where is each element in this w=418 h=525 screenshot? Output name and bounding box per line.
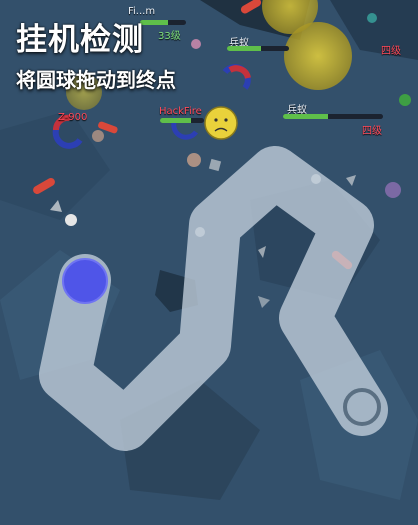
player-health-bar [227, 46, 289, 51]
player-health-bar [140, 20, 186, 25]
player-health-bar [160, 118, 204, 123]
player-name-tag: HackFire [159, 106, 202, 117]
clover-item-icon [399, 94, 411, 106]
player-level-tag: 四级 [362, 126, 382, 137]
player-health-bar [283, 114, 383, 119]
player-name-tag: Z-900 [58, 112, 88, 123]
anti-afk-instruction: 将圆球拖动到终点 [16, 68, 176, 92]
game-stage: 兵蚁 四级 兵蚁 四级 HackFire Z-900 Fi...m 33级 挂机… [0, 0, 418, 525]
draggable-ball[interactable] [62, 258, 108, 304]
white-dot [65, 214, 77, 226]
sad-face-mob-icon [204, 106, 238, 140]
flower-item-icon [187, 153, 201, 167]
player-level-tag: 四级 [381, 46, 401, 57]
anti-afk-title: 挂机检测 [16, 22, 144, 58]
player-level-tag: 33级 [158, 31, 181, 42]
